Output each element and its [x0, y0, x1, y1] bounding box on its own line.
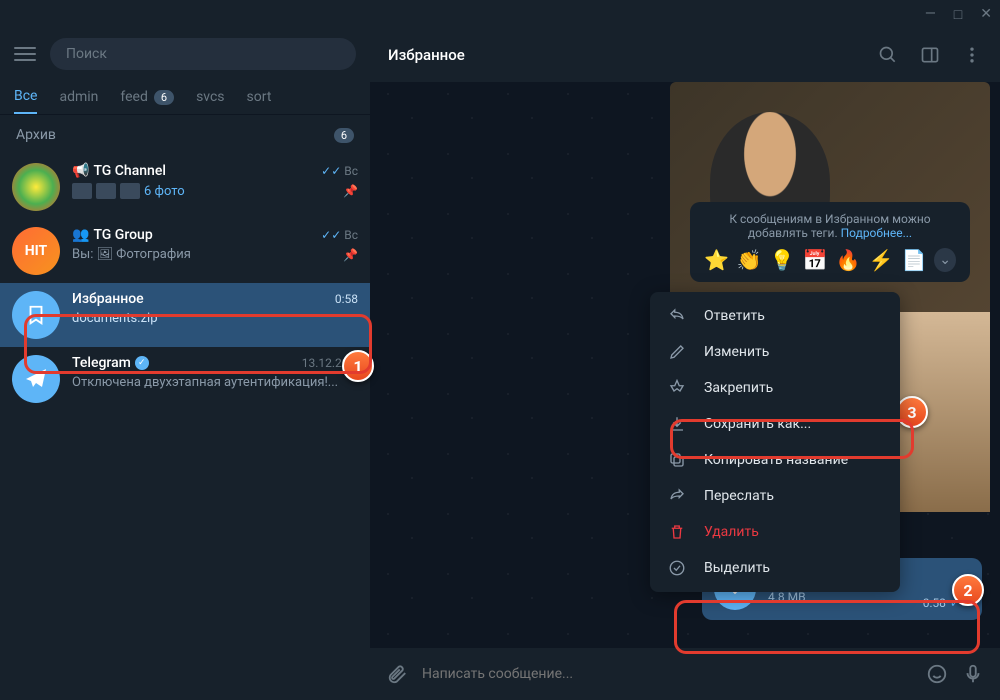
chat-item-telegram[interactable]: Telegram ✓ 13.12.20... Отключена двухэта… — [0, 347, 370, 411]
context-menu: Ответить Изменить Закрепить Сохранить ка… — [650, 292, 900, 592]
minimize-button[interactable]: — — [925, 6, 936, 22]
tags-banner: К сообщениям в Избранном можно добавлять… — [690, 202, 970, 282]
tag-calendar[interactable]: 📅 — [803, 248, 828, 272]
sidebar-toggle-icon[interactable] — [920, 45, 940, 65]
chat-item-channel[interactable]: 📢TG Channel ✓✓ Вс 6 фото📌 — [0, 155, 370, 219]
folder-tabs: Все admin feed6 svcs sort — [0, 80, 370, 115]
chat-list: 📢TG Channel ✓✓ Вс 6 фото📌 HIT 👥TG Group … — [0, 155, 370, 700]
download-icon — [668, 415, 686, 433]
ctx-edit[interactable]: Изменить — [650, 334, 900, 370]
ctx-forward[interactable]: Переслать — [650, 478, 900, 514]
chat-header: Избранное — [370, 28, 1000, 82]
tag-emoji-row: ⭐ 👏 💡 📅 🔥 ⚡ 📄 ⌄ — [704, 248, 956, 272]
archive-row[interactable]: Архив 6 — [0, 115, 370, 155]
pin-icon — [668, 379, 686, 397]
emoji-icon[interactable] — [926, 663, 948, 685]
close-button[interactable]: ✕ — [980, 6, 992, 22]
avatar — [12, 163, 60, 211]
menu-icon[interactable] — [14, 47, 36, 61]
tab-admin[interactable]: admin — [59, 80, 98, 114]
reply-icon — [668, 307, 686, 325]
tab-svcs[interactable]: svcs — [196, 80, 224, 114]
sidebar: Поиск Все admin feed6 svcs sort Архив 6 … — [0, 28, 370, 700]
voice-icon[interactable] — [962, 663, 984, 685]
ctx-delete[interactable]: Удалить — [650, 514, 900, 550]
tag-bulb[interactable]: 💡 — [770, 248, 795, 272]
chat-title[interactable]: Избранное — [388, 46, 465, 64]
bookmark-icon — [12, 291, 60, 339]
avatar: HIT — [12, 227, 60, 275]
callout-number-3: 3 — [896, 396, 928, 428]
ctx-save-as[interactable]: Сохранить как... — [650, 406, 900, 442]
message-input[interactable] — [422, 666, 912, 682]
callout-number-2: 2 — [952, 574, 984, 606]
chat-item-saved[interactable]: Избранное 0:58 documents.zip — [0, 283, 370, 347]
ctx-reply[interactable]: Ответить — [650, 298, 900, 334]
forward-icon — [668, 487, 686, 505]
tag-doc[interactable]: 📄 — [901, 248, 926, 272]
search-icon[interactable] — [878, 45, 898, 65]
more-icon[interactable] — [962, 45, 982, 65]
select-icon — [668, 559, 686, 577]
learn-more-link[interactable]: Подробнее... — [841, 226, 912, 240]
copy-icon — [668, 451, 686, 469]
pin-icon: 📌 — [343, 184, 358, 198]
window-controls: — □ ✕ — [0, 0, 1000, 28]
messages-area[interactable]: К сообщениям в Избранном можно добавлять… — [370, 82, 1000, 648]
tag-star[interactable]: ⭐ — [704, 248, 729, 272]
chevron-down-icon[interactable]: ⌄ — [934, 248, 956, 272]
pin-icon: 📌 — [343, 248, 358, 262]
tag-clap[interactable]: 👏 — [737, 248, 762, 272]
chat-panel: Избранное К сообщениям в Избранном можно… — [370, 28, 1000, 700]
ctx-copy-name[interactable]: Копировать название — [650, 442, 900, 478]
maximize-button[interactable]: □ — [954, 6, 962, 23]
tag-fire[interactable]: 🔥 — [836, 248, 861, 272]
tab-sort[interactable]: sort — [247, 80, 272, 114]
read-checks-icon: ✓✓ — [321, 228, 341, 242]
read-checks-icon: ✓✓ — [321, 164, 341, 178]
tag-bolt[interactable]: ⚡ — [869, 248, 894, 272]
tab-badge: 6 — [154, 90, 174, 105]
search-input[interactable]: Поиск — [50, 38, 356, 70]
trash-icon — [668, 523, 686, 541]
callout-number-1: 1 — [342, 350, 374, 382]
tab-feed[interactable]: feed6 — [120, 80, 174, 114]
verified-icon: ✓ — [135, 356, 149, 370]
telegram-icon — [12, 355, 60, 403]
ctx-pin[interactable]: Закрепить — [650, 370, 900, 406]
archive-badge: 6 — [334, 128, 354, 143]
chat-item-group[interactable]: HIT 👥TG Group ✓✓ Вс Вы: 🖼 Фотография📌 — [0, 219, 370, 283]
file-size: 4.8 MB — [768, 590, 911, 604]
message-input-row — [370, 648, 1000, 700]
attach-icon[interactable] — [386, 663, 408, 685]
ctx-select[interactable]: Выделить — [650, 550, 900, 586]
edit-icon — [668, 343, 686, 361]
tab-all[interactable]: Все — [14, 80, 37, 114]
